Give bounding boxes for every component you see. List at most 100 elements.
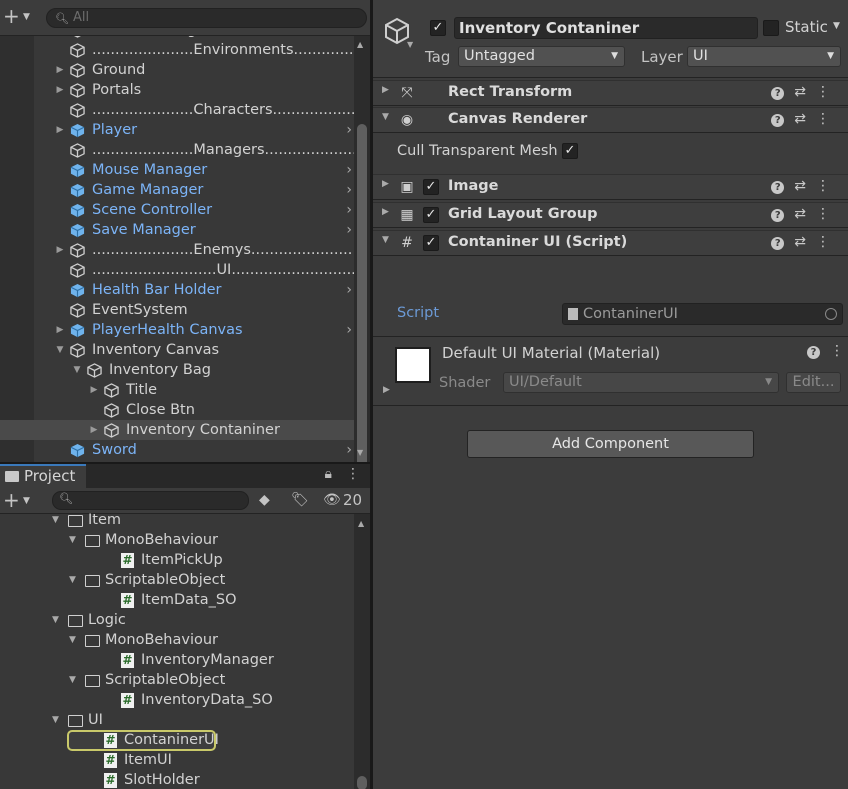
help-icon[interactable]: ? [771, 181, 785, 194]
component-header[interactable]: ▶ ⤧ Rect Transform? ⇄⋮ [373, 80, 848, 106]
expanded-arrow-icon[interactable]: ▼ [69, 570, 76, 590]
expanded-arrow-icon[interactable]: ▼ [52, 510, 59, 530]
hierarchy-row[interactable]: ▶ Inventory Contaniner [0, 420, 354, 440]
hierarchy-row[interactable]: Close Btn [34, 400, 354, 420]
hierarchy-row[interactable]: ......................Characters........… [34, 100, 370, 120]
folder-row[interactable]: ▼ Logic [0, 610, 354, 630]
scroll-up-icon[interactable]: ▲ [357, 40, 363, 49]
open-prefab-chevron-icon[interactable]: › [346, 160, 352, 180]
presets-icon[interactable]: ⇄ [794, 206, 816, 222]
script-asset-row[interactable]: # SlotHolder [0, 770, 354, 789]
presets-icon[interactable]: ⇄ [794, 234, 816, 250]
scroll-down-icon[interactable]: ▼ [357, 448, 363, 457]
hierarchy-row[interactable]: ▶ PlayerHealth Canvas › [34, 320, 354, 340]
hierarchy-scroll-thumb[interactable] [357, 124, 367, 462]
hierarchy-row[interactable]: ▶ Portals [34, 80, 354, 100]
help-icon[interactable]: ? [807, 346, 820, 359]
hierarchy-row[interactable]: Mouse Manager › [34, 160, 354, 180]
filter-by-type-icon[interactable]: ◆ [259, 492, 270, 508]
script-field[interactable]: ContaninerUI [562, 303, 843, 325]
expanded-arrow-icon[interactable]: ▼ [382, 235, 389, 245]
add-component-button[interactable]: Add Component [467, 430, 754, 458]
script-asset-row[interactable]: # ItemData_SO [0, 590, 354, 610]
edit-shader-button[interactable]: Edit... [786, 372, 841, 393]
expanded-arrow-icon[interactable]: ▼ [69, 670, 76, 690]
component-header[interactable]: ▶ ▣ ✓ Image? ⇄⋮ [373, 174, 848, 200]
open-prefab-chevron-icon[interactable]: › [346, 120, 352, 140]
object-picker-icon[interactable] [825, 308, 837, 320]
active-checkbox[interactable]: ✓ [430, 20, 446, 36]
component-enabled-checkbox[interactable]: ✓ [423, 235, 439, 251]
hierarchy-row[interactable]: ......................Environments......… [34, 40, 370, 60]
material-foldout-icon[interactable]: ▶ [383, 385, 390, 395]
expanded-arrow-icon[interactable]: ▼ [69, 630, 76, 650]
component-enabled-checkbox[interactable]: ✓ [423, 179, 439, 195]
folder-row[interactable]: ▼ MonoBehaviour [0, 630, 354, 650]
collapsed-arrow-icon[interactable]: ▶ [54, 240, 66, 260]
presets-icon[interactable]: ⇄ [794, 111, 816, 127]
lock-icon[interactable]: 🔒︎ [325, 466, 332, 482]
layer-dropdown[interactable]: UI ▼ [687, 46, 841, 67]
more-options-icon[interactable]: ⋮ [346, 466, 360, 482]
shader-dropdown[interactable]: UI/Default ▼ [503, 372, 779, 393]
hierarchy-row[interactable]: ▶ Player › [34, 120, 354, 140]
create-button[interactable]: + ▼ [3, 6, 35, 27]
hierarchy-row[interactable]: ▼ Inventory Canvas [34, 340, 354, 360]
open-prefab-chevron-icon[interactable]: › [346, 440, 352, 460]
presets-icon[interactable]: ⇄ [794, 178, 816, 194]
hierarchy-row[interactable]: EventSystem [34, 300, 354, 320]
open-prefab-chevron-icon[interactable]: › [346, 320, 352, 340]
folder-row[interactable]: ▼ MonoBehaviour [0, 530, 354, 550]
more-options-icon[interactable]: ⋮ [830, 343, 844, 359]
more-options-icon[interactable]: ⋮ [816, 206, 840, 222]
collapsed-arrow-icon[interactable]: ▶ [88, 380, 100, 400]
collapsed-arrow-icon[interactable]: ▶ [382, 85, 389, 95]
component-header[interactable]: ▼ # ✓ Contaniner UI (Script)? ⇄⋮ [373, 230, 848, 256]
object-name-input[interactable]: Inventory Contaniner [454, 17, 758, 39]
more-options-icon[interactable]: ⋮ [816, 178, 840, 194]
hierarchy-row[interactable]: Health Bar Holder › [34, 280, 354, 300]
scroll-up-icon[interactable]: ▲ [358, 519, 364, 528]
collapsed-arrow-icon[interactable]: ▶ [54, 120, 66, 140]
collapsed-arrow-icon[interactable]: ▶ [54, 60, 66, 80]
hierarchy-scrollbar[interactable]: ▲ ▼ [354, 36, 370, 462]
project-search-input[interactable]: 🔍︎ [52, 491, 249, 510]
hierarchy-search-input[interactable]: 🔍︎ All [46, 8, 367, 28]
open-prefab-chevron-icon[interactable]: › [346, 280, 352, 300]
folder-row[interactable]: ▼ UI [0, 710, 354, 730]
help-icon[interactable]: ? [771, 114, 785, 127]
script-asset-row[interactable]: # InventoryManager [0, 650, 354, 670]
script-asset-row[interactable]: # ContaninerUI [0, 730, 354, 751]
more-options-icon[interactable]: ⋮ [816, 84, 840, 100]
static-dropdown-icon[interactable]: ▼ [833, 21, 840, 31]
chevron-down-icon[interactable]: ▼ [407, 40, 413, 49]
hierarchy-row[interactable]: ▶ Ground [34, 60, 354, 80]
component-header[interactable]: ▼ ◉ Canvas Renderer? ⇄⋮ [373, 107, 848, 133]
project-create-button[interactable]: + ▼ [3, 490, 35, 511]
hierarchy-row[interactable]: ▼ Inventory Bag [34, 360, 354, 380]
collapsed-arrow-icon[interactable]: ▶ [54, 80, 66, 100]
hierarchy-row[interactable]: ......................Managers..........… [34, 140, 366, 160]
expanded-arrow-icon[interactable]: ▼ [382, 112, 389, 122]
folder-row[interactable]: ▼ ScriptableObject [0, 670, 354, 690]
hidden-packages-icon[interactable]: 👁︎ [323, 492, 341, 508]
project-scrollbar[interactable]: ▲ [354, 514, 370, 789]
open-prefab-chevron-icon[interactable]: › [346, 180, 352, 200]
hierarchy-row[interactable]: ...........................UI...........… [34, 260, 370, 280]
folder-row[interactable]: ▼ ScriptableObject [0, 570, 354, 590]
script-asset-row[interactable]: # InventoryData_SO [0, 690, 354, 710]
expanded-arrow-icon[interactable]: ▼ [54, 340, 66, 360]
folder-row[interactable]: ▼ Item [0, 510, 354, 530]
hierarchy-row[interactable]: ▶ Title [34, 380, 354, 400]
collapsed-arrow-icon[interactable]: ▶ [54, 320, 66, 340]
open-prefab-chevron-icon[interactable]: › [346, 200, 352, 220]
hierarchy-row[interactable]: Scene Controller › [34, 200, 354, 220]
open-prefab-chevron-icon[interactable]: › [346, 220, 352, 240]
expanded-arrow-icon[interactable]: ▼ [52, 610, 59, 630]
component-header[interactable]: ▶ ▦ ✓ Grid Layout Group? ⇄⋮ [373, 202, 848, 228]
collapsed-arrow-icon[interactable]: ▶ [382, 179, 389, 189]
hierarchy-row[interactable]: ▶ ......................Enemys...........… [34, 240, 354, 260]
collapsed-arrow-icon[interactable]: ▶ [88, 420, 100, 440]
component-enabled-checkbox[interactable]: ✓ [423, 207, 439, 223]
tab-project[interactable]: Project [0, 464, 86, 488]
